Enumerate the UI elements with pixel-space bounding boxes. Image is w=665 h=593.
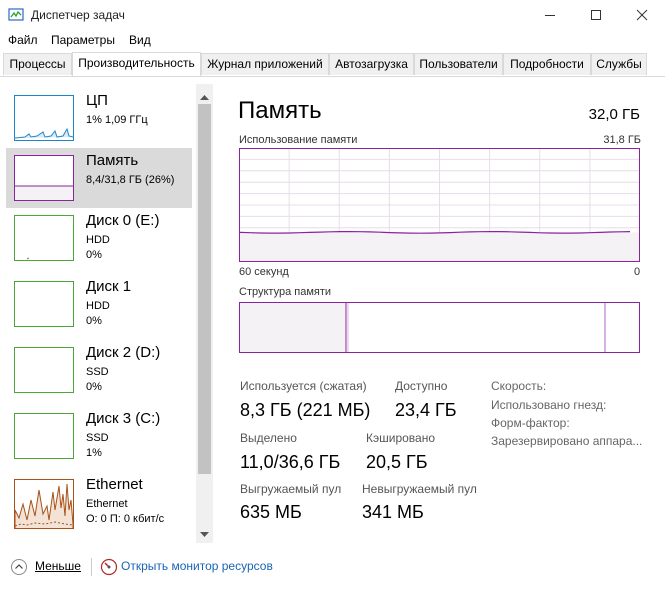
open-resource-monitor-link[interactable]: Открыть монитор ресурсов <box>121 559 273 573</box>
sidebar-item-disk-1[interactable]: Диск 1 HDD 0% <box>6 274 192 334</box>
sidebar-item-disk-2[interactable]: Диск 2 (D:) SSD 0% <box>6 340 192 400</box>
memory-composition-bar <box>239 302 640 353</box>
tab-startup[interactable]: Автозагрузка <box>329 53 414 75</box>
disk-thumbnail-graph <box>14 347 74 393</box>
cached-label: Кэшировано <box>366 431 436 445</box>
sidebar-item-usage: 0% <box>86 315 102 327</box>
sidebar-item-memory[interactable]: Память 8,4/31,8 ГБ (26%) <box>6 148 192 208</box>
title-bar: Диспетчер задач <box>0 0 665 30</box>
in-use-label: Используется (сжатая) <box>240 379 367 393</box>
sidebar-item-ethernet[interactable]: Ethernet Ethernet О: 0 П: 0 кбит/с <box>6 472 192 532</box>
speed-label: Скорость: <box>491 379 547 393</box>
menu-file[interactable]: Файл <box>8 33 38 47</box>
resource-sidebar: ЦП 1% 1,09 ГГц Память 8,4/31,8 ГБ (26%) … <box>0 77 213 543</box>
memory-total: 32,0 ГБ <box>588 106 640 123</box>
available-label: Доступно <box>395 379 448 393</box>
resource-monitor-icon[interactable] <box>100 558 118 576</box>
window-title: Диспетчер задач <box>31 8 125 22</box>
sidebar-item-type: HDD <box>86 234 110 246</box>
sidebar-item-title: Диск 3 (C:) <box>86 410 161 427</box>
tab-performance[interactable]: Производительность <box>72 52 201 76</box>
tab-services[interactable]: Службы <box>591 53 647 75</box>
slots-used-label: Использовано гнезд: <box>491 398 607 412</box>
sidebar-item-title: Диск 1 <box>86 278 132 295</box>
sidebar-item-usage: 1% <box>86 447 102 459</box>
in-use-value: 8,3 ГБ (221 МБ) <box>240 400 371 420</box>
graph-time-axis-left: 60 секунд <box>239 266 289 278</box>
maximize-button[interactable] <box>573 0 619 30</box>
tab-processes[interactable]: Процессы <box>3 53 72 75</box>
disk-thumbnail-graph <box>14 413 74 459</box>
sidebar-scrollbar-thumb[interactable] <box>198 104 211 474</box>
cpu-thumbnail-graph <box>14 95 74 141</box>
fewer-details-button[interactable] <box>10 558 30 578</box>
sidebar-item-detail: 8,4/31,8 ГБ (26%) <box>86 174 175 186</box>
sidebar-item-type: HDD <box>86 300 110 312</box>
committed-label: Выделено <box>240 431 297 445</box>
structure-graph-label: Структура памяти <box>239 286 332 298</box>
sidebar-item-adapter: Ethernet <box>86 498 128 510</box>
tab-strip: Процессы Производительность Журнал прило… <box>0 52 665 77</box>
sidebar-item-type: SSD <box>86 366 109 378</box>
memory-thumbnail-graph <box>14 155 74 201</box>
sidebar-item-title: Диск 2 (D:) <box>86 344 161 361</box>
disk-thumbnail-graph <box>14 215 74 261</box>
graph-time-axis-right: 0 <box>634 266 641 278</box>
sidebar-item-cpu[interactable]: ЦП 1% 1,09 ГГц <box>6 88 192 148</box>
minimize-button[interactable] <box>527 0 573 30</box>
hardware-reserved-label: Зарезервировано аппара... <box>491 434 643 448</box>
footer-bar: Меньше Открыть монитор ресурсов <box>0 553 665 583</box>
page-title: Память <box>238 97 322 124</box>
usage-graph-label: Использование памяти <box>239 134 358 146</box>
sidebar-item-title: Ethernet <box>86 476 143 493</box>
paged-pool-label: Выгружаемый пул <box>240 482 342 496</box>
sidebar-item-usage: 0% <box>86 381 102 393</box>
cached-value: 20,5 ГБ <box>366 452 428 472</box>
nonpaged-pool-value: 341 МБ <box>362 502 424 522</box>
nonpaged-pool-label: Невыгружаемый пул <box>362 482 477 496</box>
ethernet-thumbnail-graph <box>14 479 74 529</box>
paged-pool-value: 635 МБ <box>240 502 302 522</box>
tab-users[interactable]: Пользователи <box>414 53 503 75</box>
footer-divider <box>91 558 92 576</box>
sidebar-item-disk-0[interactable]: Диск 0 (E:) HDD 0% <box>6 208 192 268</box>
task-manager-icon <box>8 7 24 23</box>
sidebar-item-usage: 0% <box>86 249 102 261</box>
sidebar-item-disk-3[interactable]: Диск 3 (C:) SSD 1% <box>6 406 192 466</box>
menu-bar: Файл Параметры Вид <box>0 30 665 51</box>
fewer-details-link[interactable]: Меньше <box>35 559 81 573</box>
committed-value: 11,0/36,6 ГБ <box>240 452 341 472</box>
sidebar-item-type: SSD <box>86 432 109 444</box>
form-factor-label: Форм-фактор: <box>491 416 570 430</box>
available-value: 23,4 ГБ <box>395 400 457 420</box>
sidebar-item-throughput: О: 0 П: 0 кбит/с <box>86 513 165 525</box>
memory-usage-graph <box>239 148 640 262</box>
tab-app-history[interactable]: Журнал приложений <box>201 53 329 75</box>
menu-view[interactable]: Вид <box>129 33 151 47</box>
usage-graph-max: 31,8 ГБ <box>603 134 641 146</box>
sidebar-item-detail: 1% 1,09 ГГц <box>86 114 148 126</box>
sidebar-item-title: Диск 0 (E:) <box>86 212 160 229</box>
menu-options[interactable]: Параметры <box>51 33 115 47</box>
sidebar-item-title: Память <box>86 152 139 169</box>
close-button[interactable] <box>619 0 665 30</box>
chevron-up-icon <box>11 559 27 575</box>
disk-thumbnail-graph <box>14 281 74 327</box>
tab-details[interactable]: Подробности <box>503 53 591 75</box>
sidebar-item-title: ЦП <box>86 92 108 109</box>
